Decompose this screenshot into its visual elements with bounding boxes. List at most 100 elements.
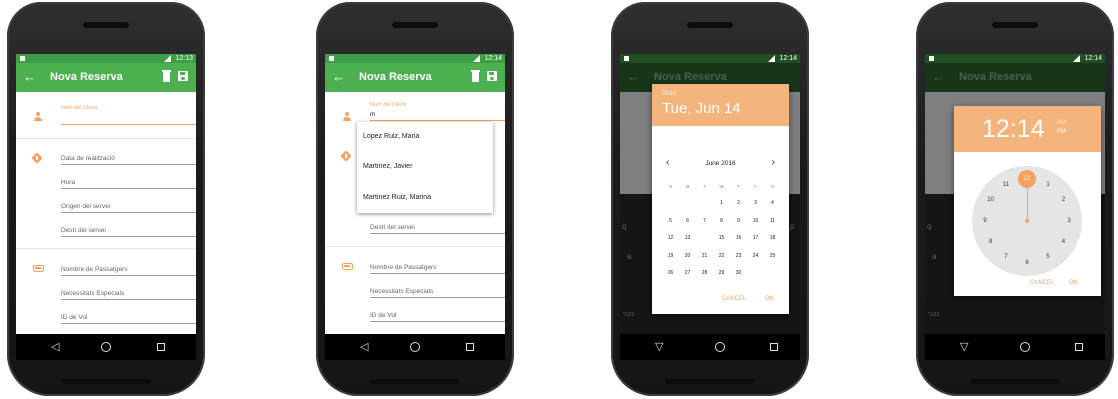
calendar-day[interactable]: 19 bbox=[662, 248, 679, 265]
screen: 12:14 ← Nova Reserva Nom del Client m De… bbox=[325, 54, 505, 360]
special-needs-field[interactable]: Necessitats Especials bbox=[61, 288, 196, 300]
suggestion-item[interactable]: Martinez Ruiz, Marina bbox=[357, 183, 493, 213]
clock-number[interactable]: 7 bbox=[1000, 251, 1012, 263]
calendar-day[interactable]: 10 bbox=[747, 213, 764, 230]
calendar-day[interactable]: 21 bbox=[696, 248, 713, 265]
cancel-button[interactable]: CANCEL bbox=[1030, 280, 1054, 286]
calendar-day[interactable]: 29 bbox=[713, 265, 730, 282]
cancel-button[interactable]: CANCEL bbox=[722, 296, 746, 302]
calendar-day[interactable]: 24 bbox=[747, 248, 764, 265]
back-triangle-icon[interactable]: ◁ bbox=[360, 341, 368, 353]
clock-face[interactable]: 12 1 2 3 4 5 6 7 8 9 10 11 bbox=[972, 166, 1082, 276]
weekday-label: F bbox=[754, 184, 757, 189]
signal-icon bbox=[473, 55, 480, 62]
clock-number[interactable]: 1 bbox=[1042, 179, 1054, 191]
nav-bar: ▽ bbox=[620, 334, 800, 360]
phone-3: 12:14 ← Nova Reserva q p a l ?123 2016 T… bbox=[611, 2, 809, 396]
destination-field[interactable]: Destí del servei bbox=[370, 222, 505, 234]
special-needs-field[interactable]: Necessitats Especials bbox=[370, 286, 505, 298]
calendar-day[interactable]: 18 bbox=[764, 230, 781, 247]
trash-icon[interactable] bbox=[162, 70, 171, 82]
ok-button[interactable]: OK bbox=[1069, 280, 1078, 286]
calendar-day[interactable]: 13 bbox=[679, 230, 696, 247]
hour-field[interactable]: Hora bbox=[61, 177, 196, 189]
calendar-day[interactable]: 23 bbox=[730, 248, 747, 265]
person-icon bbox=[33, 112, 43, 122]
signal-icon bbox=[164, 55, 171, 62]
clock-number[interactable]: 3 bbox=[1063, 215, 1075, 227]
calendar-day[interactable]: 26 bbox=[662, 265, 679, 282]
suggestion-dropdown: Lopez Ruiz, Maria Martinez, Javier Marti… bbox=[357, 122, 493, 213]
client-input[interactable]: m bbox=[370, 109, 505, 121]
recents-icon[interactable] bbox=[466, 343, 474, 351]
clock-number[interactable]: 9 bbox=[979, 215, 991, 227]
destination-field[interactable]: Destí del servei bbox=[61, 225, 196, 237]
hide-keyboard-icon[interactable]: ▽ bbox=[960, 341, 968, 353]
am-toggle[interactable]: AM bbox=[1057, 120, 1066, 126]
suggestion-item[interactable]: Lopez Ruiz, Maria bbox=[357, 122, 493, 152]
origin-field[interactable]: Origen del servei bbox=[61, 201, 196, 213]
clock-number[interactable]: 2 bbox=[1057, 194, 1069, 206]
clock-number[interactable]: 11 bbox=[1000, 179, 1012, 191]
date-field[interactable]: Data de realització bbox=[61, 153, 196, 165]
recents-icon[interactable] bbox=[770, 343, 778, 351]
ok-button[interactable]: OK bbox=[765, 296, 774, 302]
calendar-day[interactable]: 7 bbox=[696, 213, 713, 230]
calendar-day[interactable]: 9 bbox=[730, 213, 747, 230]
back-triangle-icon[interactable]: ◁ bbox=[51, 341, 59, 353]
calendar-day[interactable]: 8 bbox=[713, 213, 730, 230]
selected-day[interactable]: 14 bbox=[696, 230, 713, 247]
calendar-day[interactable]: 20 bbox=[679, 248, 696, 265]
clock-number[interactable]: 8 bbox=[985, 236, 997, 248]
calendar-day[interactable]: 5 bbox=[662, 213, 679, 230]
hide-keyboard-icon[interactable]: ▽ bbox=[655, 341, 663, 353]
back-arrow-icon[interactable]: ← bbox=[332, 69, 345, 85]
suggestion-item[interactable]: Martinez, Javier bbox=[357, 152, 493, 182]
save-icon[interactable] bbox=[178, 71, 188, 81]
time-picker-dialog: 12:14 AM PM 12 1 2 3 4 5 6 7 8 9 10 11 CANCEL OK bbox=[954, 106, 1101, 296]
pm-toggle[interactable]: PM bbox=[1057, 129, 1066, 135]
trash-icon[interactable] bbox=[471, 70, 480, 82]
calendar-day[interactable]: 25 bbox=[764, 248, 781, 265]
clock-number[interactable]: 5 bbox=[1042, 251, 1054, 263]
calendar-day[interactable]: 3 bbox=[747, 195, 764, 212]
home-icon[interactable] bbox=[1020, 342, 1030, 352]
clock-number[interactable]: 10 bbox=[985, 194, 997, 206]
status-bar: 12:14 bbox=[325, 54, 505, 63]
status-bar: 12:13 bbox=[16, 54, 196, 63]
passengers-field[interactable]: Nombre de Passatgers bbox=[61, 264, 196, 276]
weekday-label: T bbox=[703, 184, 706, 189]
home-icon[interactable] bbox=[715, 342, 725, 352]
year-label[interactable]: 2016 bbox=[662, 90, 676, 97]
selected-hour[interactable]: 12 bbox=[1018, 170, 1036, 188]
bus-icon bbox=[33, 265, 44, 272]
calendar-day[interactable]: 27 bbox=[679, 265, 696, 282]
home-icon[interactable] bbox=[410, 342, 420, 352]
date-picker-dialog: 2016 Tue, Jun 14 ‹ June 2016 › SMTWTFS12… bbox=[652, 84, 789, 314]
flight-id-field[interactable]: ID de Vol bbox=[370, 310, 505, 322]
client-input[interactable] bbox=[61, 113, 196, 125]
back-arrow-icon[interactable]: ← bbox=[23, 69, 36, 85]
calendar-day[interactable]: 17 bbox=[747, 230, 764, 247]
calendar-day[interactable]: 22 bbox=[713, 248, 730, 265]
passengers-field[interactable]: Nombre de Passatgers bbox=[370, 262, 505, 274]
flight-id-field[interactable]: ID de Vol bbox=[61, 312, 196, 324]
calendar-day[interactable]: 16 bbox=[730, 230, 747, 247]
clock-number[interactable]: 6 bbox=[1021, 257, 1033, 269]
calendar-day[interactable]: 15 bbox=[713, 230, 730, 247]
calendar-day[interactable]: 6 bbox=[679, 213, 696, 230]
calendar-day[interactable]: 4 bbox=[764, 195, 781, 212]
next-month-icon[interactable]: › bbox=[772, 157, 775, 168]
calendar-day[interactable]: 30 bbox=[730, 265, 747, 282]
calendar-day[interactable]: 28 bbox=[696, 265, 713, 282]
calendar-day[interactable]: 12 bbox=[662, 230, 679, 247]
clock-number[interactable]: 4 bbox=[1057, 236, 1069, 248]
recents-icon[interactable] bbox=[157, 343, 165, 351]
calendar-day[interactable]: 1 bbox=[713, 195, 730, 212]
calendar-day[interactable]: 11 bbox=[764, 213, 781, 230]
recents-icon[interactable] bbox=[1075, 343, 1083, 351]
person-icon bbox=[342, 112, 352, 122]
calendar-day[interactable]: 2 bbox=[730, 195, 747, 212]
home-icon[interactable] bbox=[101, 342, 111, 352]
save-icon[interactable] bbox=[487, 71, 497, 81]
